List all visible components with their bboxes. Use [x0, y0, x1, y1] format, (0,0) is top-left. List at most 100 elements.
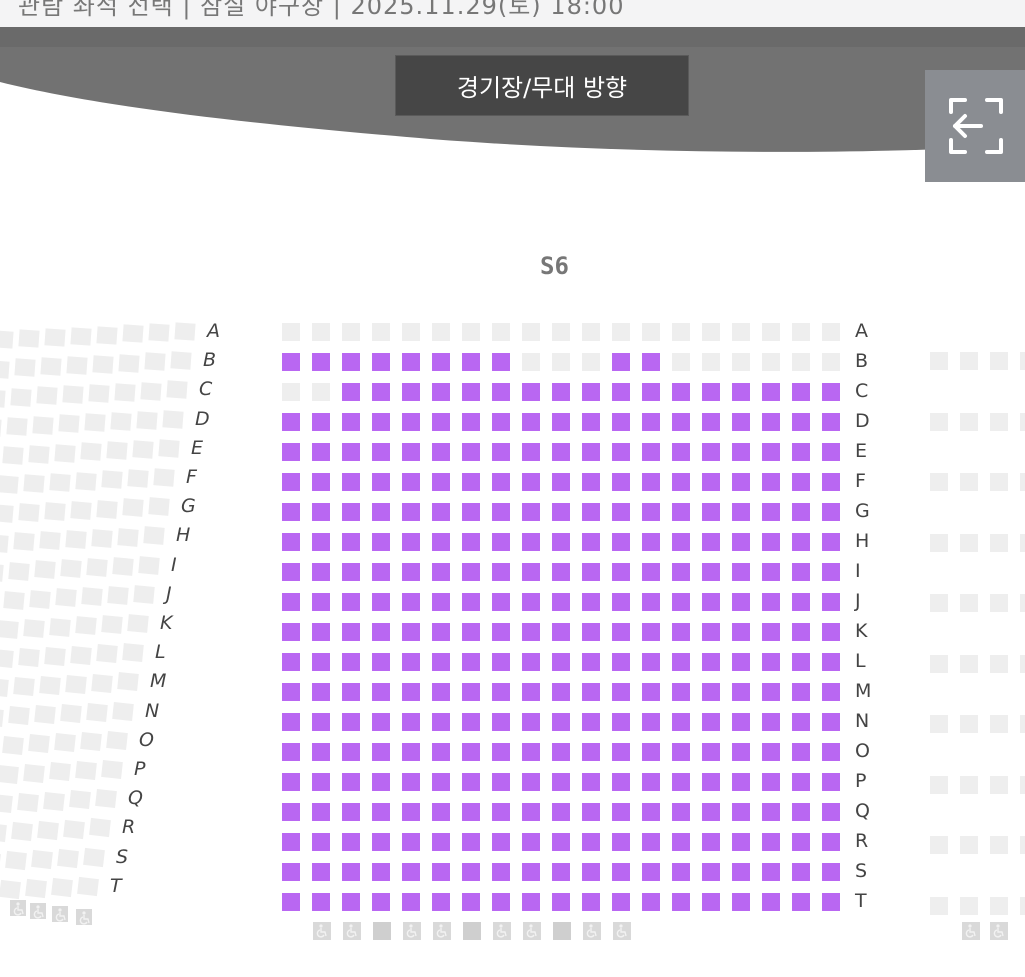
right-seat[interactable]: [960, 836, 978, 854]
seat-L-2[interactable]: [312, 653, 330, 671]
seat-B-5[interactable]: [402, 353, 420, 371]
seat-K-19[interactable]: [822, 623, 840, 641]
seat-C-10[interactable]: [552, 383, 570, 401]
right-seat[interactable]: [1020, 654, 1025, 673]
seat-C-1[interactable]: [282, 383, 300, 401]
seat-M-7[interactable]: [462, 683, 480, 701]
seat-A-7[interactable]: [462, 323, 480, 341]
right-seat[interactable]: [1020, 836, 1025, 854]
seat-M-5[interactable]: [402, 683, 420, 701]
seat-E-11[interactable]: [582, 443, 600, 461]
seat-T-11[interactable]: [582, 893, 600, 911]
seat-B-16[interactable]: [732, 353, 750, 371]
seat-K-11[interactable]: [582, 623, 600, 641]
seat-C-8[interactable]: [492, 383, 510, 401]
seat-K-5[interactable]: [402, 623, 420, 641]
seat-N-19[interactable]: [822, 713, 840, 731]
right-seat[interactable]: [960, 473, 978, 491]
right-wheelchair-seat[interactable]: [990, 922, 1008, 940]
left-seat[interactable]: [118, 353, 140, 373]
seat-R-13[interactable]: [642, 833, 660, 851]
seat-I-2[interactable]: [312, 563, 330, 581]
seat-T-9[interactable]: [522, 893, 540, 911]
left-seat[interactable]: [23, 474, 45, 493]
seat-N-14[interactable]: [672, 713, 690, 731]
seat-D-19[interactable]: [822, 413, 840, 431]
seat-L-3[interactable]: [342, 653, 360, 671]
seat-Q-7[interactable]: [462, 803, 480, 821]
seat-E-15[interactable]: [702, 443, 720, 461]
seat-E-19[interactable]: [822, 443, 840, 461]
seat-C-6[interactable]: [432, 383, 450, 401]
seat-B-7[interactable]: [462, 353, 480, 371]
left-seat[interactable]: [18, 329, 40, 348]
seat-I-11[interactable]: [582, 563, 600, 581]
seat-N-4[interactable]: [372, 713, 390, 731]
seat-P-1[interactable]: [282, 773, 300, 791]
seat-T-15[interactable]: [702, 893, 720, 911]
left-seat[interactable]: [80, 442, 102, 462]
left-seat[interactable]: [0, 533, 9, 553]
wheelchair-seat[interactable]: [433, 922, 451, 940]
seat-T-12[interactable]: [612, 893, 630, 911]
seat-C-19[interactable]: [822, 383, 840, 401]
wheelchair-seat[interactable]: [403, 922, 421, 940]
seat-D-12[interactable]: [612, 413, 630, 431]
seat-D-9[interactable]: [522, 413, 540, 431]
seat-K-10[interactable]: [552, 623, 570, 641]
seat-D-3[interactable]: [342, 413, 360, 431]
seat-S-2[interactable]: [312, 863, 330, 881]
left-seat[interactable]: [70, 327, 92, 346]
seat-R-18[interactable]: [792, 833, 810, 851]
seat-P-2[interactable]: [312, 773, 330, 791]
seat-B-15[interactable]: [702, 353, 720, 371]
left-seat[interactable]: [65, 530, 87, 549]
seat-G-8[interactable]: [492, 503, 510, 521]
seat-C-17[interactable]: [762, 383, 780, 401]
left-seat[interactable]: [18, 648, 40, 667]
left-seat[interactable]: [117, 527, 139, 547]
seat-K-2[interactable]: [312, 623, 330, 641]
seat-O-2[interactable]: [312, 743, 330, 761]
left-seat[interactable]: [106, 441, 128, 460]
seat-M-14[interactable]: [672, 683, 690, 701]
seat-L-4[interactable]: [372, 653, 390, 671]
seat-F-13[interactable]: [642, 473, 660, 491]
seat-P-9[interactable]: [522, 773, 540, 791]
seat-F-17[interactable]: [762, 473, 780, 491]
left-seat[interactable]: [101, 615, 123, 635]
left-seat[interactable]: [0, 880, 21, 900]
seat-P-16[interactable]: [732, 773, 750, 791]
left-seat[interactable]: [96, 325, 118, 345]
seat-C-4[interactable]: [372, 383, 390, 401]
left-seat[interactable]: [95, 789, 117, 809]
seat-E-17[interactable]: [762, 443, 780, 461]
seat-J-13[interactable]: [642, 593, 660, 611]
seat-D-7[interactable]: [462, 413, 480, 431]
left-seat[interactable]: [28, 445, 50, 464]
seat-G-2[interactable]: [312, 503, 330, 521]
left-seat[interactable]: [0, 707, 4, 727]
right-seat[interactable]: [1020, 775, 1025, 794]
seat-E-12[interactable]: [612, 443, 630, 461]
left-wheelchair-seat[interactable]: [52, 906, 68, 922]
seat-K-8[interactable]: [492, 623, 510, 641]
left-wheelchair-seat[interactable]: [30, 903, 46, 919]
left-seat[interactable]: [80, 731, 102, 752]
seat-I-9[interactable]: [522, 563, 540, 581]
seat-K-13[interactable]: [642, 623, 660, 641]
seat-K-7[interactable]: [462, 623, 480, 641]
left-seat[interactable]: [86, 558, 108, 577]
seat-N-15[interactable]: [702, 713, 720, 731]
seat-C-5[interactable]: [402, 383, 420, 401]
seat-L-15[interactable]: [702, 653, 720, 671]
seat-G-3[interactable]: [342, 503, 360, 521]
seat-J-9[interactable]: [522, 593, 540, 611]
right-seat[interactable]: [960, 533, 978, 552]
seat-D-17[interactable]: [762, 413, 780, 431]
seat-Q-4[interactable]: [372, 803, 390, 821]
wheelchair-seat[interactable]: [343, 922, 361, 940]
right-seat[interactable]: [990, 412, 1008, 431]
right-seat[interactable]: [1020, 896, 1025, 915]
seat-Q-19[interactable]: [822, 803, 840, 821]
